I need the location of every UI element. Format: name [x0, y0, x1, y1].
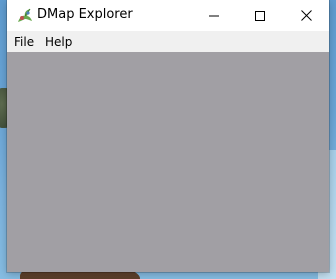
menu-help[interactable]: Help — [45, 34, 72, 50]
minimize-button[interactable] — [191, 0, 237, 31]
dmap-app-icon — [16, 7, 34, 25]
map-view-area[interactable] — [7, 52, 329, 272]
title-bar[interactable]: DMap Explorer — [7, 0, 329, 31]
maximize-icon — [255, 6, 265, 25]
minimize-icon — [209, 6, 219, 25]
close-icon — [300, 6, 312, 25]
maximize-button[interactable] — [237, 0, 283, 31]
app-window: DMap Explorer File Help — [7, 0, 329, 272]
menu-bar: File Help — [7, 31, 329, 52]
window-title: DMap Explorer — [37, 7, 133, 22]
close-button[interactable] — [283, 0, 329, 31]
menu-file[interactable]: File — [14, 34, 34, 50]
